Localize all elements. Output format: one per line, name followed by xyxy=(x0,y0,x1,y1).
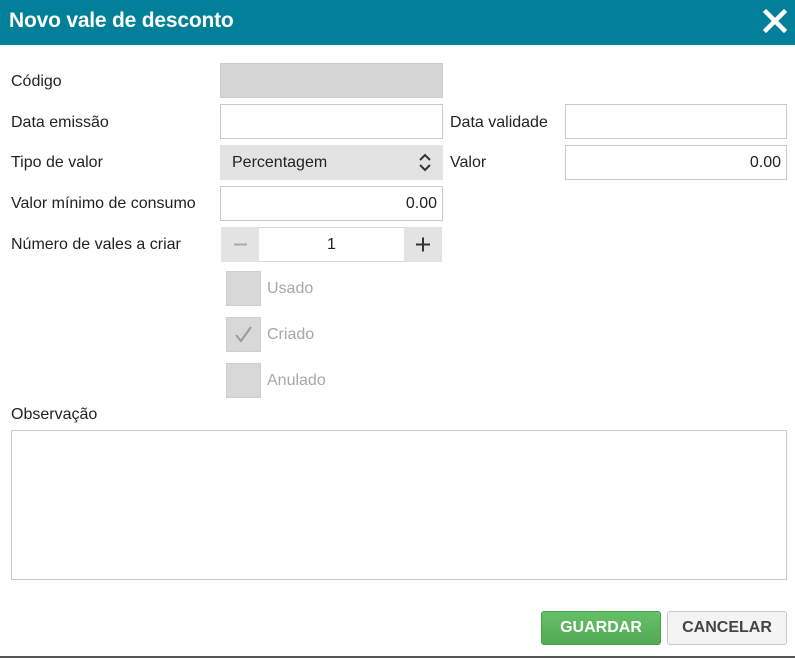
valor-label: Valor xyxy=(450,154,487,171)
criado-label: Criado xyxy=(267,326,315,343)
tipo-valor-select[interactable]: Percentagem xyxy=(220,145,443,180)
usado-label: Usado xyxy=(267,280,314,297)
close-button[interactable] xyxy=(761,7,789,35)
anulado-label: Anulado xyxy=(267,372,326,389)
observacao-textarea[interactable] xyxy=(11,430,787,580)
chevron-up-down-icon xyxy=(419,153,431,172)
usado-checkbox xyxy=(226,271,261,306)
valor-minimo-field[interactable]: 0.00 xyxy=(220,186,443,221)
data-emissao-field[interactable] xyxy=(220,104,443,139)
codigo-label: Código xyxy=(11,73,62,90)
minus-icon xyxy=(234,243,247,246)
tipo-valor-label: Tipo de valor xyxy=(11,154,103,171)
dialog-header: Novo vale de desconto xyxy=(0,0,795,45)
plus-icon xyxy=(416,237,430,252)
increment-button[interactable] xyxy=(404,227,442,262)
decrement-button[interactable] xyxy=(221,227,259,262)
data-emissao-label: Data emissão xyxy=(11,114,109,131)
cancel-button[interactable]: CANCELAR xyxy=(667,611,787,645)
close-icon xyxy=(762,8,788,34)
dialog-title: Novo vale de desconto xyxy=(9,9,234,32)
valor-minimo-label: Valor mínimo de consumo xyxy=(11,195,196,212)
save-button[interactable]: GUARDAR xyxy=(541,611,661,645)
anulado-checkbox xyxy=(226,363,261,398)
valor-field[interactable]: 0.00 xyxy=(565,145,787,180)
tipo-valor-selected: Percentagem xyxy=(232,154,328,171)
criado-checkbox xyxy=(226,317,261,352)
observacao-label: Observação xyxy=(11,406,98,423)
numero-vales-value[interactable]: 1 xyxy=(259,227,404,262)
checkmark-icon xyxy=(235,326,252,343)
numero-vales-label: Número de vales a criar xyxy=(11,236,181,253)
data-validade-label: Data validade xyxy=(450,114,548,131)
codigo-field xyxy=(220,63,443,98)
data-validade-field[interactable] xyxy=(565,104,787,139)
